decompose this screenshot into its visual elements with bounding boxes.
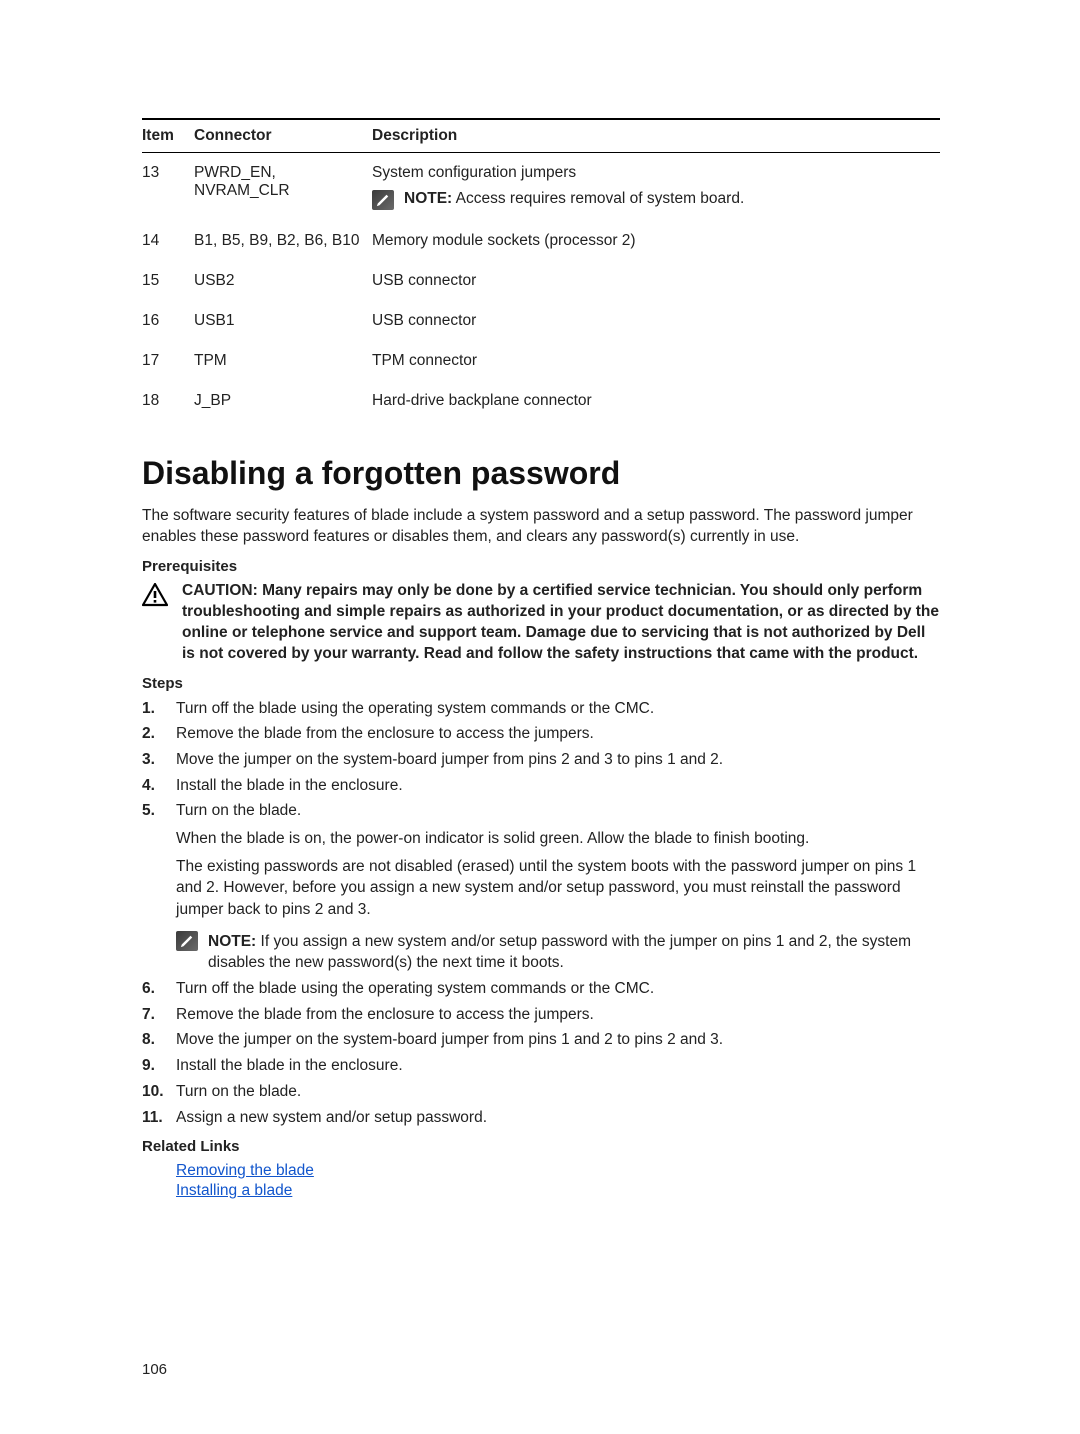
table-row: 15 USB2 USB connector — [142, 261, 940, 301]
list-item: Remove the blade from the enclosure to a… — [142, 723, 940, 745]
caution-text: CAUTION: Many repairs may only be done b… — [182, 581, 940, 665]
note-icon — [372, 190, 394, 210]
cell-connector: B1, B5, B9, B2, B6, B10 — [194, 221, 372, 261]
note-block: NOTE: Access requires removal of system … — [372, 190, 934, 210]
note-label: NOTE: — [404, 190, 452, 207]
note-text: NOTE: If you assign a new system and/or … — [208, 931, 940, 974]
table-row: 17 TPM TPM connector — [142, 341, 940, 381]
cell-item: 14 — [142, 221, 194, 261]
col-header-connector: Connector — [194, 119, 372, 153]
list-item: Turn off the blade using the operating s… — [142, 698, 940, 720]
step-paragraph: The existing passwords are not disabled … — [176, 856, 940, 921]
cell-connector: J_BP — [194, 381, 372, 421]
cell-item: 18 — [142, 381, 194, 421]
caution-label: CAUTION: — [182, 582, 258, 599]
list-item: Assign a new system and/or setup passwor… — [142, 1107, 940, 1129]
note-text: NOTE: Access requires removal of system … — [404, 190, 744, 208]
cell-item: 16 — [142, 301, 194, 341]
page-title: Disabling a forgotten password — [142, 455, 940, 492]
intro-paragraph: The software security features of blade … — [142, 506, 940, 548]
table-row: 14 B1, B5, B9, B2, B6, B10 Memory module… — [142, 221, 940, 261]
col-header-item: Item — [142, 119, 194, 153]
list-item: Turn on the blade. — [142, 1081, 940, 1103]
cell-description: USB connector — [372, 301, 940, 341]
list-item: Remove the blade from the enclosure to a… — [142, 1004, 940, 1026]
col-header-description: Description — [372, 119, 940, 153]
step-paragraph: When the blade is on, the power-on indic… — [176, 828, 940, 850]
list-item: Move the jumper on the system-board jump… — [142, 1029, 940, 1051]
caution-block: CAUTION: Many repairs may only be done b… — [142, 581, 940, 665]
steps-list: Turn off the blade using the operating s… — [142, 698, 940, 1129]
table-row: 16 USB1 USB connector — [142, 301, 940, 341]
list-item: Turn off the blade using the operating s… — [142, 978, 940, 1000]
list-item: Move the jumper on the system-board jump… — [142, 749, 940, 771]
link-removing-the-blade[interactable]: Removing the blade — [176, 1162, 314, 1180]
list-item: Install the blade in the enclosure. — [142, 1055, 940, 1077]
cell-description: TPM connector — [372, 341, 940, 381]
table-row: 18 J_BP Hard-drive backplane connector — [142, 381, 940, 421]
cell-description: USB connector — [372, 261, 940, 301]
note-icon — [176, 931, 198, 951]
list-item: Turn on the blade. When the blade is on,… — [142, 800, 940, 974]
note-label: NOTE: — [208, 933, 256, 950]
list-item: Install the blade in the enclosure. — [142, 775, 940, 797]
cell-description: Hard-drive backplane connector — [372, 381, 940, 421]
cell-connector: TPM — [194, 341, 372, 381]
related-links-heading: Related Links — [142, 1138, 940, 1155]
steps-heading: Steps — [142, 675, 940, 692]
prerequisites-heading: Prerequisites — [142, 558, 940, 575]
page-number: 106 — [142, 1361, 167, 1378]
cell-description: Memory module sockets (processor 2) — [372, 221, 940, 261]
cell-item: 17 — [142, 341, 194, 381]
cell-connector: USB2 — [194, 261, 372, 301]
link-installing-a-blade[interactable]: Installing a blade — [176, 1182, 292, 1200]
desc-text: System configuration jumpers — [372, 164, 576, 181]
cell-description: System configuration jumpers NOTE: Acces… — [372, 153, 940, 222]
connector-table: Item Connector Description 13 PWRD_EN, N… — [142, 118, 940, 421]
cell-item: 13 — [142, 153, 194, 222]
cell-connector: USB1 — [194, 301, 372, 341]
cell-item: 15 — [142, 261, 194, 301]
table-row: 13 PWRD_EN, NVRAM_CLR System configurati… — [142, 153, 940, 222]
cell-connector: PWRD_EN, NVRAM_CLR — [194, 153, 372, 222]
warning-icon — [142, 581, 168, 612]
note-block: NOTE: If you assign a new system and/or … — [176, 931, 940, 974]
